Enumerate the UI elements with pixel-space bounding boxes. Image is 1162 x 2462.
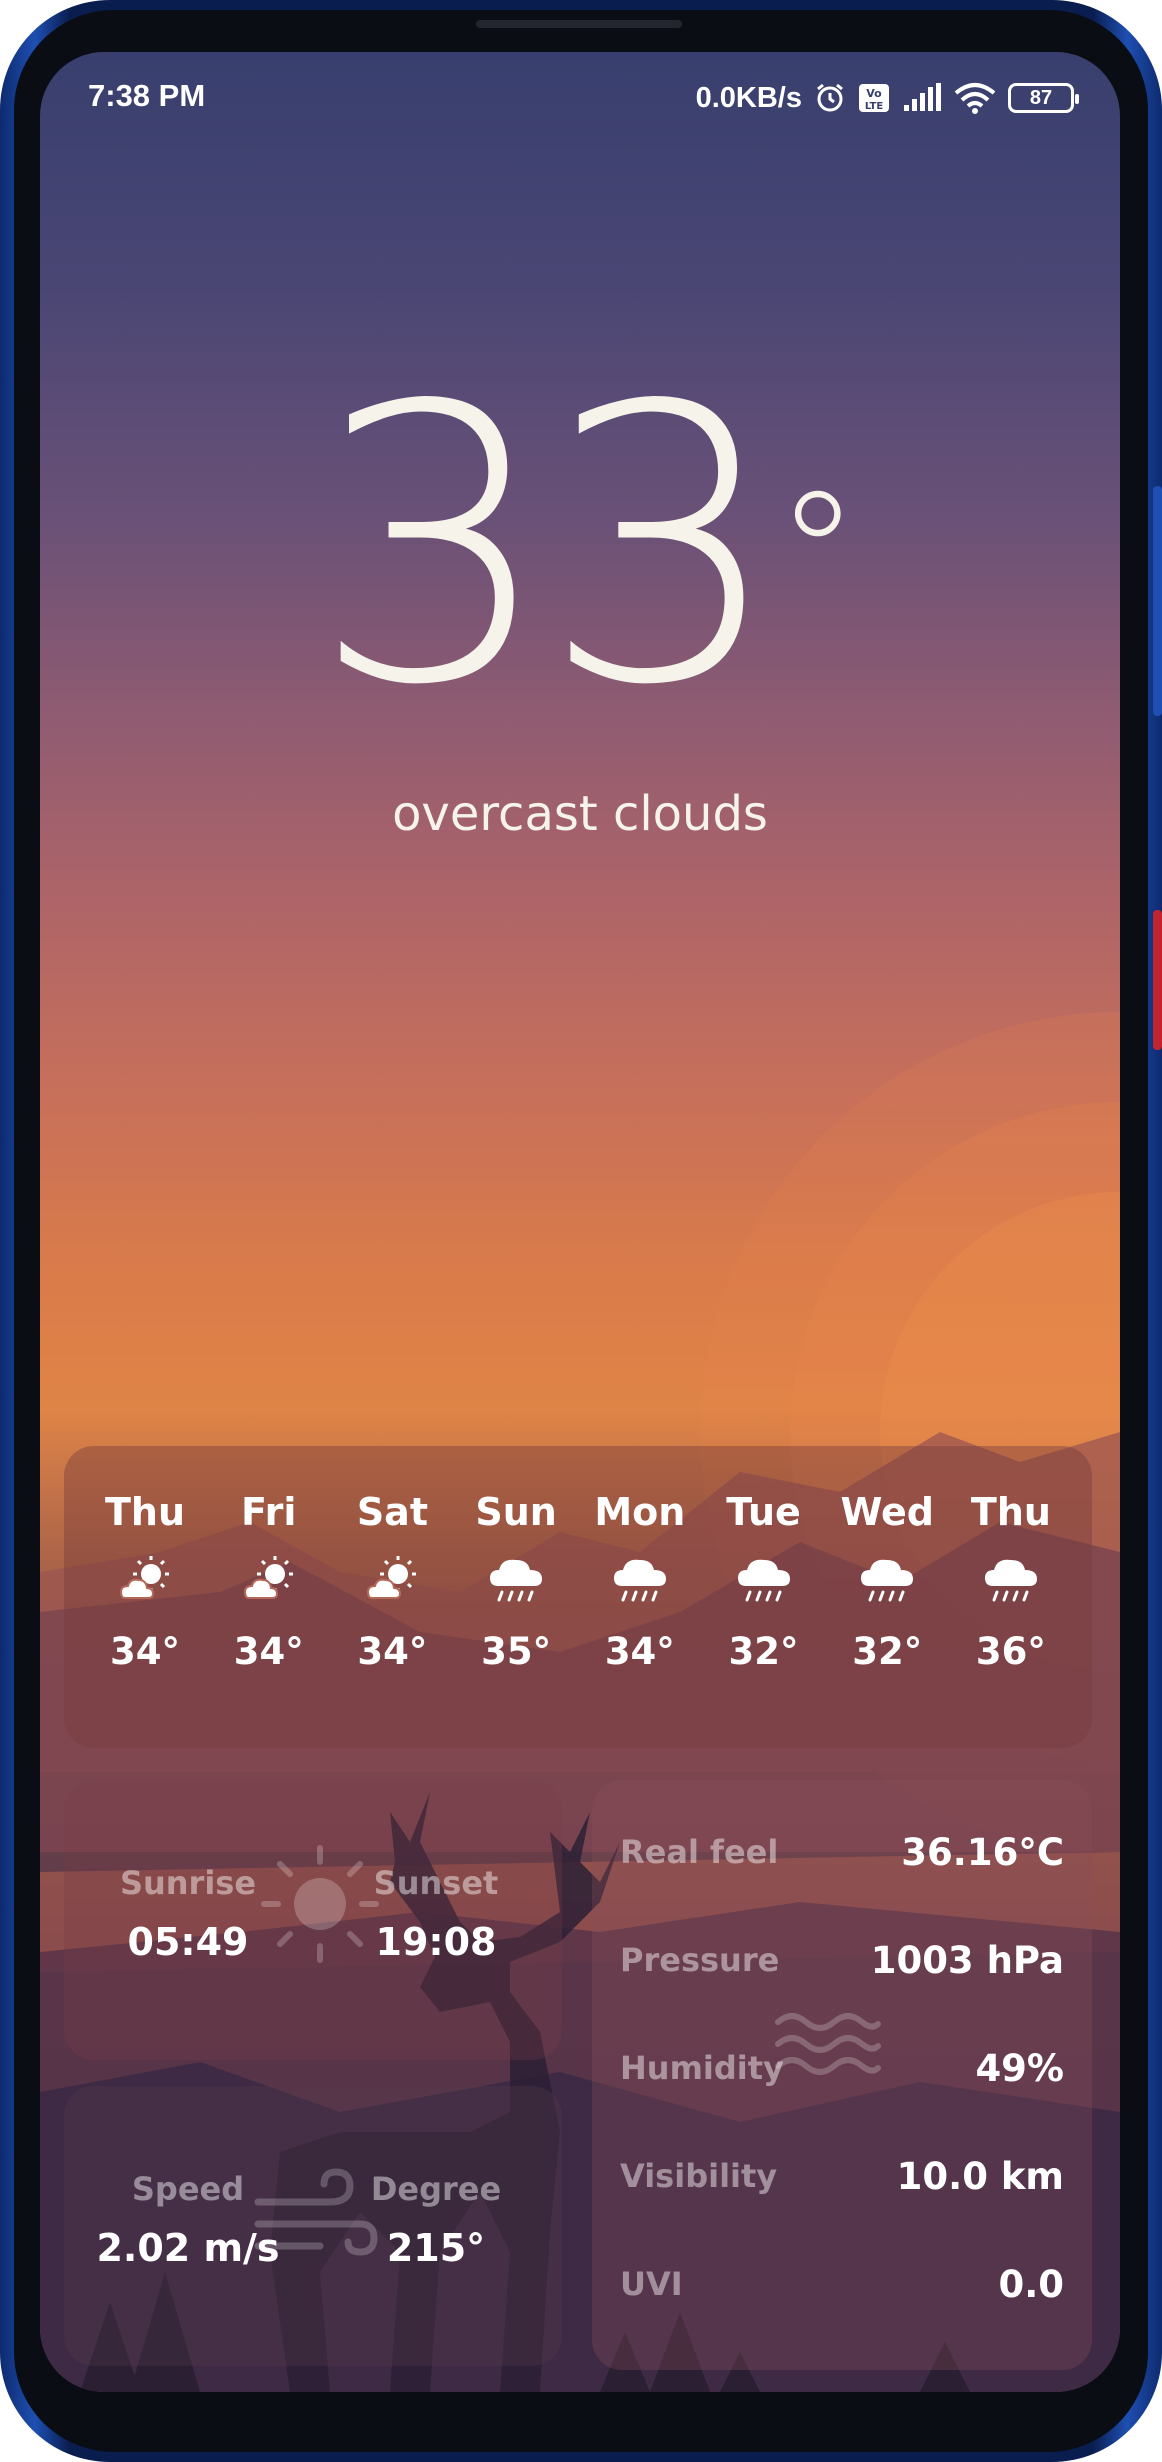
day-temp: 32° [852, 1630, 923, 1673]
detail-row-visibility: Visibility 10.0 km [620, 2146, 1064, 2206]
detail-label: UVI [620, 2265, 683, 2303]
status-time: 7:38 PM [88, 78, 206, 113]
details-card: Real feel 36.16°C Pressure 1003 hPa Humi… [592, 1780, 1092, 2370]
degree-label: Degree [370, 2170, 502, 2208]
detail-label: Visibility [620, 2157, 778, 2195]
rain-cloud-icon [613, 1559, 666, 1602]
day-temp: 34° [233, 1630, 304, 1673]
day-name: Sat [356, 1490, 428, 1534]
detail-label: Real feel [620, 1833, 779, 1871]
svg-text:LTE: LTE [865, 101, 884, 112]
day-temp: 36° [975, 1630, 1046, 1673]
rain-cloud-icon [490, 1559, 543, 1602]
signal-icon [902, 83, 942, 113]
rain-cloud-icon [737, 1559, 790, 1602]
day-name: Wed [840, 1490, 934, 1534]
detail-label: Pressure [620, 1941, 780, 1979]
detail-value: 1003 hPa [870, 1938, 1064, 1982]
day-name: Fri [241, 1490, 297, 1534]
partly-sunny-icon [367, 1556, 417, 1599]
svg-text:Vo: Vo [866, 87, 882, 100]
day-temp: 34° [110, 1630, 180, 1673]
earpiece-speaker [476, 20, 682, 28]
forecast-day: Mon 34° [585, 1446, 695, 1748]
sunrise-time: 05:49 [127, 1920, 249, 1964]
wind-degree: 215° [386, 2226, 486, 2270]
battery-icon: 87 [1008, 83, 1079, 113]
forecast-day: Sun 35° [461, 1446, 571, 1748]
rain-cloud-icon [984, 1559, 1037, 1602]
day-name: Mon [594, 1490, 686, 1534]
detail-value: 0.0 [998, 2262, 1064, 2306]
sunrise-label: Sunrise [119, 1864, 257, 1902]
forecast-day: Thu 36° [956, 1446, 1066, 1748]
day-name: Thu [970, 1490, 1051, 1534]
volume-button [1153, 486, 1162, 716]
wifi-icon [954, 82, 996, 114]
day-name: Thu [104, 1490, 186, 1534]
partly-sunny-icon [119, 1556, 169, 1599]
current-temperature: 33° [40, 357, 1120, 737]
sunrise-block: Sunrise 05:49 [78, 1864, 298, 1964]
detail-row-pressure: Pressure 1003 hPa [620, 1930, 1064, 1990]
power-button [1153, 910, 1162, 1050]
detail-row-real-feel: Real feel 36.16°C [620, 1822, 1064, 1882]
day-temp: 32° [728, 1630, 799, 1673]
sun-times-card: Sunrise 05:49 Sunset 19:08 [64, 1780, 562, 2060]
forecast-day: Wed 32° [832, 1446, 942, 1748]
network-speed: 0.0KB/s [695, 81, 802, 114]
sunset-label: Sunset [373, 1864, 499, 1902]
day-name: Tue [726, 1490, 801, 1534]
forecast-day: Thu 34° [90, 1446, 200, 1748]
battery-level: 87 [1029, 86, 1053, 109]
speed-label: Speed [131, 2170, 245, 2208]
weather-description: overcast clouds [392, 786, 768, 842]
day-temp: 35° [481, 1630, 552, 1673]
day-name: Sun [475, 1490, 557, 1534]
alarm-icon [814, 82, 846, 114]
forecast-day: Tue 32° [709, 1446, 819, 1748]
temperature-value: 33 [311, 325, 784, 768]
phone-frame: 7:38 PM 0.0KB/s Vo LTE 87 33° overcast cl… [0, 0, 1162, 2462]
detail-row-uvi: UVI 0.0 [620, 2254, 1064, 2314]
speed-block: Speed 2.02 m/s [78, 2170, 298, 2270]
sunset-time: 19:08 [375, 1920, 497, 1964]
day-temp: 34° [604, 1630, 675, 1673]
rain-cloud-icon [861, 1559, 914, 1602]
detail-label: Humidity [620, 2049, 784, 2087]
forecast-day: Fri 34° [214, 1446, 324, 1748]
detail-row-humidity: Humidity 49% [620, 2038, 1064, 2098]
weather-screen: 7:38 PM 0.0KB/s Vo LTE 87 33° overcast cl… [40, 52, 1120, 2392]
volte-icon: Vo LTE [858, 83, 890, 113]
status-icons: 0.0KB/s Vo LTE 87 [695, 78, 1079, 118]
forecast-card: Thu 34° Fri 34° Sat 34° Sun 35° Mon 34° … [64, 1446, 1092, 1748]
detail-value: 36.16°C [901, 1830, 1064, 1874]
forecast-day: Sat 34° [337, 1446, 447, 1748]
sunset-block: Sunset 19:08 [326, 1864, 546, 1964]
partly-sunny-icon [243, 1556, 293, 1599]
detail-value: 49% [975, 2046, 1064, 2090]
detail-value: 10.0 km [896, 2154, 1064, 2198]
wind-card: Speed 2.02 m/s Degree 215° [64, 2086, 562, 2366]
degree-block: Degree 215° [326, 2170, 546, 2270]
degree-symbol: ° [775, 456, 860, 654]
wind-speed: 2.02 m/s [96, 2226, 280, 2270]
day-temp: 34° [357, 1630, 428, 1673]
